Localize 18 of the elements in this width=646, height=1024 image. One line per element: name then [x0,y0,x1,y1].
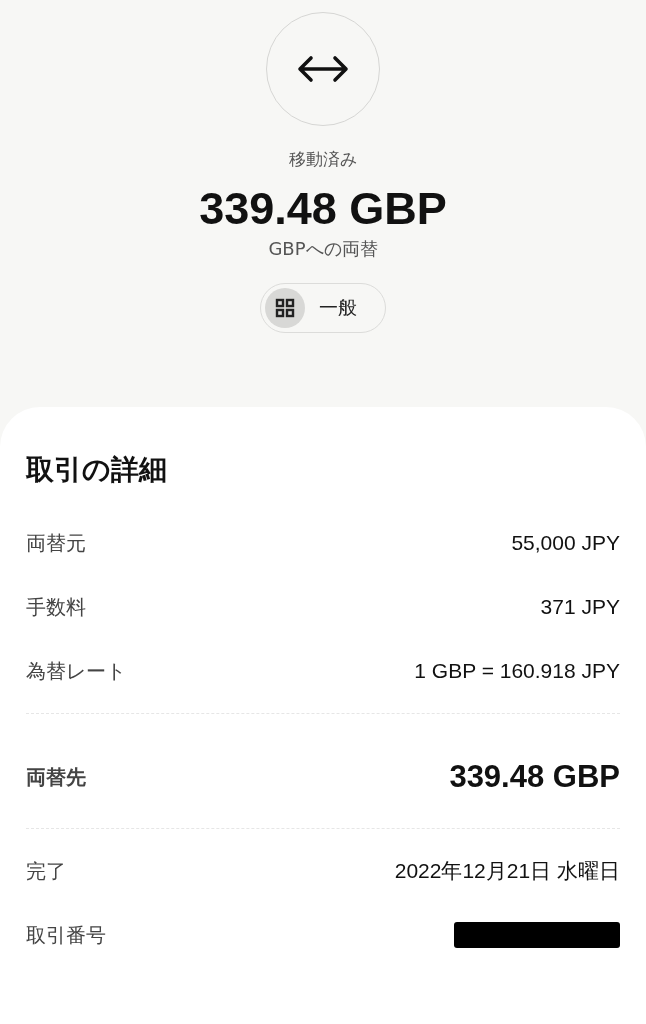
detail-value: 339.48 GBP [449,759,620,795]
detail-label: 取引番号 [26,921,106,949]
status-label: 移動済み [289,148,357,171]
detail-value: 2022年12月21日 水曜日 [394,858,620,884]
transaction-description: GBPへの両替 [268,237,378,261]
amount-heading: 339.48 GBP [199,183,447,235]
grid-icon [275,298,295,318]
detail-value: 55,000 JPY [511,531,620,555]
detail-label: 手数料 [26,593,86,621]
detail-value: 1 GBP = 160.918 JPY [414,659,620,683]
detail-label: 両替元 [26,529,86,557]
exchange-arrows-icon [297,54,349,84]
detail-value: 371 JPY [540,595,620,619]
detail-label: 為替レート [26,657,126,685]
detail-label: 完了 [26,857,66,885]
section-title: 取引の詳細 [26,452,168,488]
detail-label: 両替先 [26,764,86,790]
category-chip[interactable]: 一般 [260,283,386,333]
